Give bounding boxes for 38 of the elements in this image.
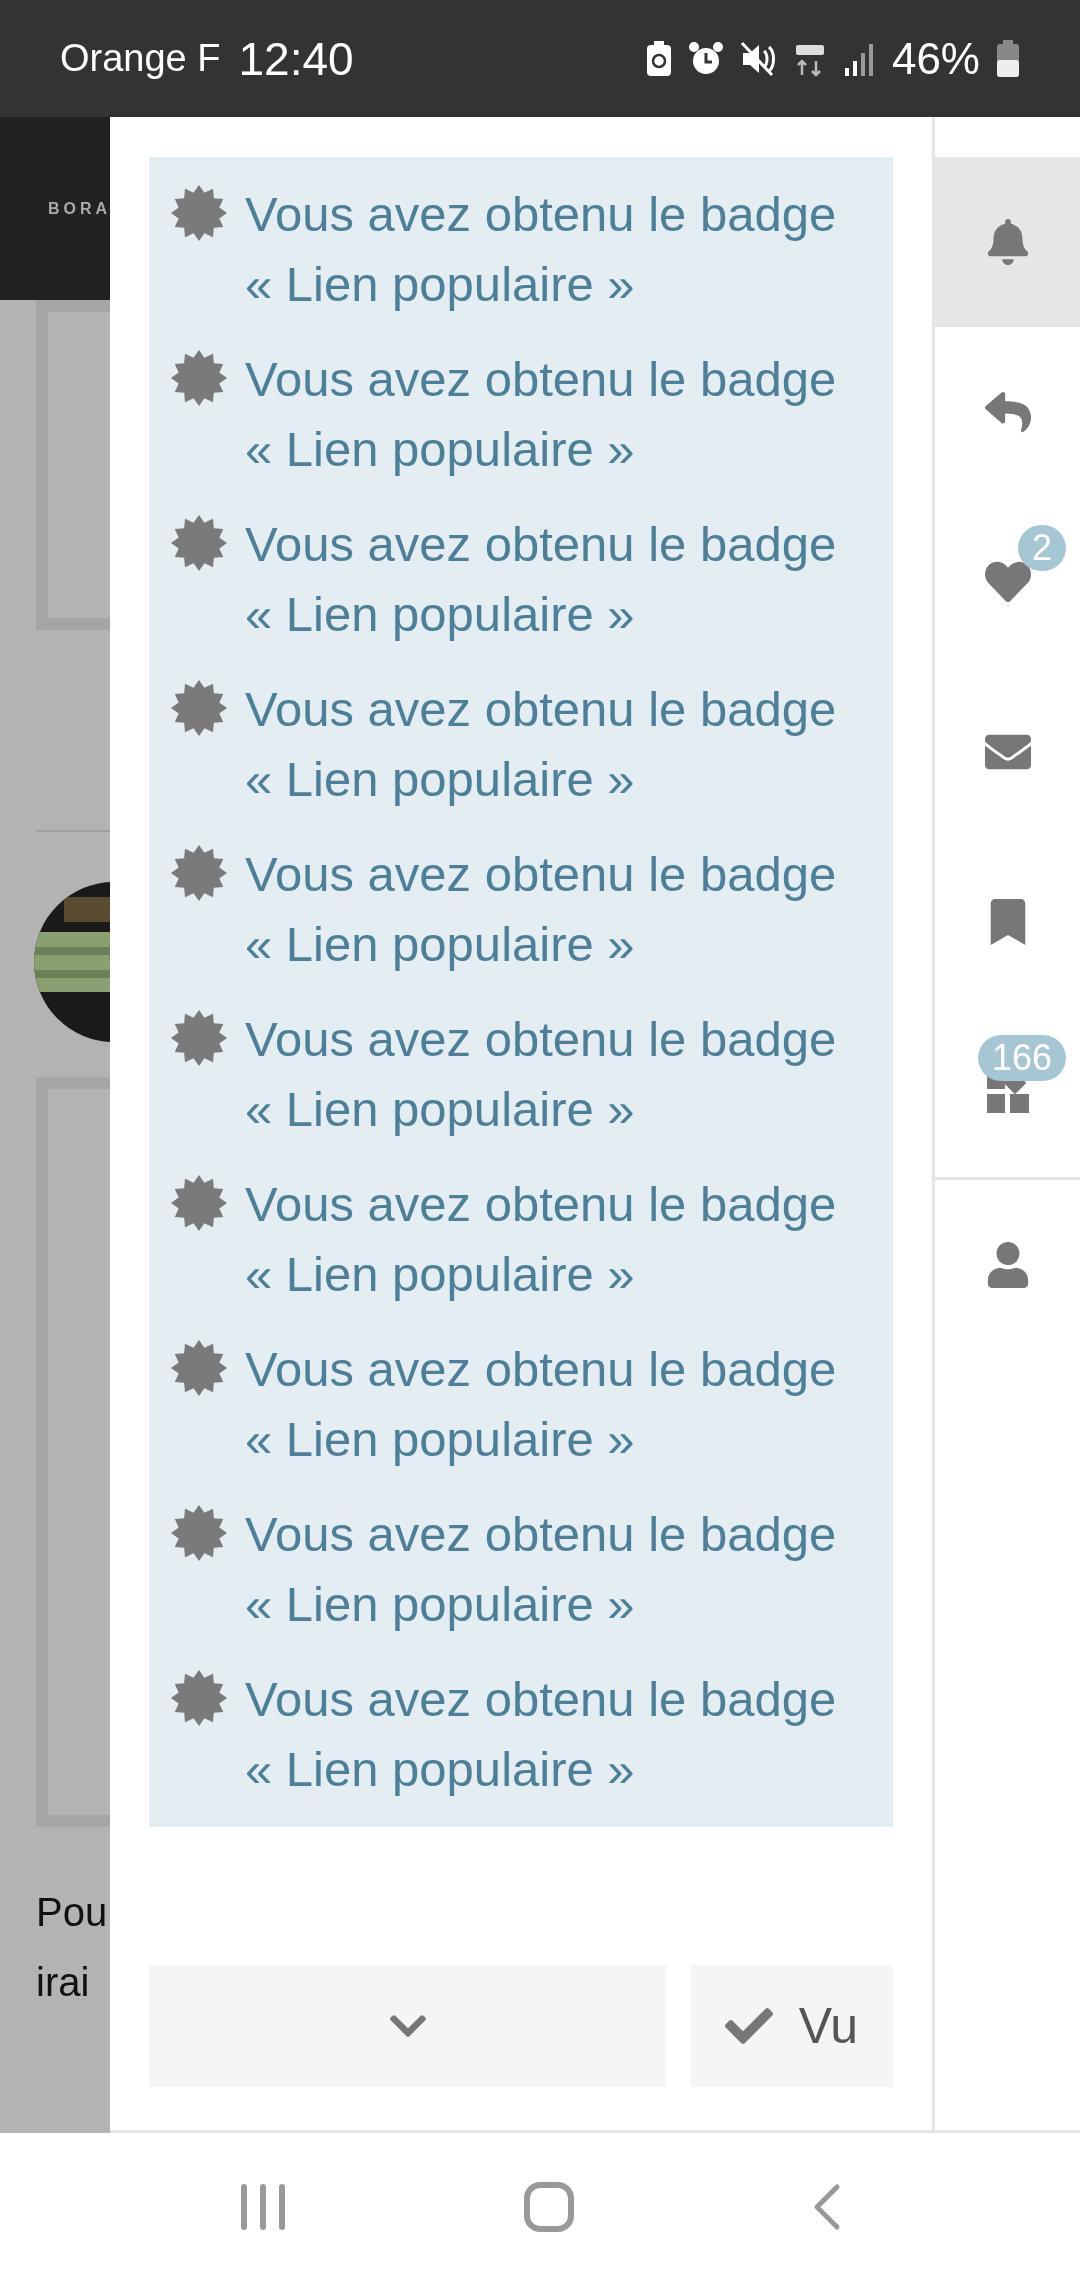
site-logo: BORA	[48, 199, 110, 218]
notification-item[interactable]: Vous avez obtenu le badge « Lien populaire »	[149, 330, 893, 495]
heart-icon	[984, 559, 1031, 605]
badge-icon	[171, 185, 227, 241]
badge-icon	[171, 515, 227, 571]
notification-item[interactable]: Vous avez obtenu le badge « Lien populaire »	[149, 660, 893, 825]
notification-item[interactable]: Vous avez obtenu le badge « Lien populaire »	[149, 1320, 893, 1485]
notification-item[interactable]: Vous avez obtenu le badge « Lien populaire »	[149, 1155, 893, 1320]
badge-icon	[171, 1175, 227, 1231]
notification-item[interactable]: Vous avez obtenu le badge « Lien populaire »	[149, 825, 893, 990]
notification-item[interactable]: Vous avez obtenu le badge « Lien populaire »	[149, 1485, 893, 1650]
badge-icon	[171, 845, 227, 901]
carrier-name: Orange F	[60, 37, 221, 80]
home-icon[interactable]	[523, 2180, 575, 2233]
battery-saver-icon	[645, 40, 672, 77]
notification-item[interactable]: Vous avez obtenu le badge « Lien populaire »	[149, 990, 893, 1155]
notification-item[interactable]: Vous avez obtenu le badge « Lien populaire »	[149, 165, 893, 330]
alarm-icon	[687, 40, 724, 77]
mute-icon	[739, 40, 776, 77]
mark-seen-button[interactable]: Vu	[690, 1965, 893, 2087]
notification-item[interactable]: Vous avez obtenu le badge « Lien populaire »	[149, 1650, 893, 1815]
battery-icon	[996, 39, 1020, 78]
badge-icon	[171, 1010, 227, 1066]
badge-icon	[171, 1505, 227, 1561]
clock: 12:40	[238, 31, 354, 86]
battery-level: 46%	[891, 33, 980, 84]
signal-icon	[843, 41, 876, 76]
badge-icon	[171, 680, 227, 736]
sidebar-tab[interactable]	[935, 157, 1080, 327]
badge-icon	[171, 350, 227, 406]
reply-icon	[984, 389, 1031, 435]
notification-item[interactable]: Vous avez obtenu le badge « Lien populaire »	[149, 495, 893, 660]
badge-icon	[171, 1670, 227, 1726]
post-text: Pou	[36, 1889, 109, 1936]
badge-icon	[171, 1340, 227, 1396]
post-text: irai	[36, 1959, 91, 2006]
count-badge: 2	[1017, 525, 1066, 571]
count-badge: 166	[977, 1035, 1066, 1081]
